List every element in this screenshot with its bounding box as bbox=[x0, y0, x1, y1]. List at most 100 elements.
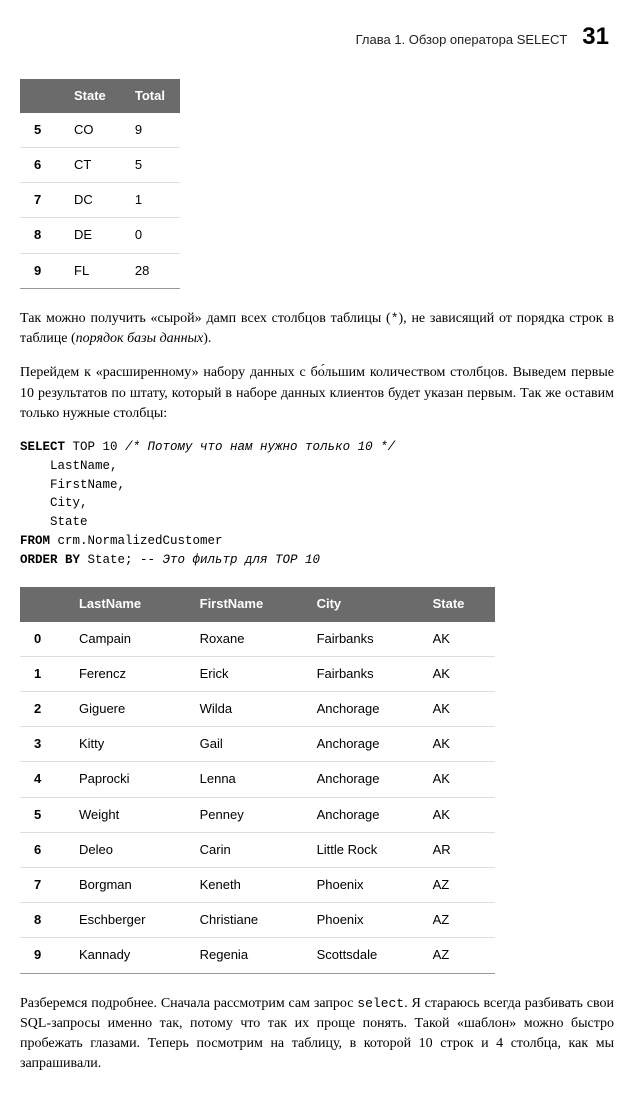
table-cell: 7 bbox=[20, 183, 60, 218]
table-cell: Keneth bbox=[186, 867, 303, 902]
table-cell: CT bbox=[60, 147, 121, 182]
table-header-row: State Total bbox=[20, 79, 180, 113]
code-text: crm.NormalizedCustomer bbox=[50, 534, 223, 548]
table-cell: Eschberger bbox=[65, 903, 186, 938]
keyword: FROM bbox=[20, 534, 50, 548]
code-comment: /* Потому что нам нужно только 10 */ bbox=[125, 440, 395, 454]
code-inline: select bbox=[357, 996, 404, 1011]
table-cell: Fairbanks bbox=[303, 622, 419, 657]
code-text: State; bbox=[80, 553, 140, 567]
table-cell: AK bbox=[419, 656, 495, 691]
table-cell: 9 bbox=[121, 113, 180, 148]
table-cell: 6 bbox=[20, 832, 65, 867]
code-line: State bbox=[20, 515, 88, 529]
table-cell: Fairbanks bbox=[303, 656, 419, 691]
table-cell: Anchorage bbox=[303, 727, 419, 762]
table-row: 6DeleoCarinLittle RockAR bbox=[20, 832, 495, 867]
table-cell: AK bbox=[419, 762, 495, 797]
table-row: 3KittyGailAnchorageAK bbox=[20, 727, 495, 762]
table-cell: AR bbox=[419, 832, 495, 867]
table-row: 9FL28 bbox=[20, 253, 180, 288]
table-row: 1FerenczErickFairbanksAK bbox=[20, 656, 495, 691]
table-cell: Phoenix bbox=[303, 903, 419, 938]
code-line: FirstName, bbox=[20, 478, 125, 492]
code-line: LastName, bbox=[20, 459, 118, 473]
asterisk: * bbox=[391, 311, 399, 326]
table-cell: 5 bbox=[20, 113, 60, 148]
table-cell: 3 bbox=[20, 727, 65, 762]
table-cell: 9 bbox=[20, 938, 65, 973]
table-cell: AZ bbox=[419, 867, 495, 902]
table-cell: AK bbox=[419, 727, 495, 762]
col-total: Total bbox=[121, 79, 180, 113]
state-total-table: State Total 5CO96CT57DC18DE09FL28 bbox=[20, 79, 180, 289]
table-cell: Anchorage bbox=[303, 762, 419, 797]
sql-code-block: SELECT TOP 10 /* Потому что нам нужно то… bbox=[20, 438, 614, 569]
table-cell: 7 bbox=[20, 867, 65, 902]
chapter-title: Глава 1. Обзор оператора SELECT bbox=[356, 31, 568, 49]
page-header: Глава 1. Обзор оператора SELECT 31 bbox=[20, 20, 614, 54]
col-lastname: LastName bbox=[65, 587, 186, 621]
table-cell: Gail bbox=[186, 727, 303, 762]
table-cell: 8 bbox=[20, 218, 60, 253]
table-cell: DE bbox=[60, 218, 121, 253]
table-cell: Little Rock bbox=[303, 832, 419, 867]
table-cell: 1 bbox=[121, 183, 180, 218]
table-cell: DC bbox=[60, 183, 121, 218]
paragraph-2: Перейдем к «расширенному» набору данных … bbox=[20, 363, 614, 424]
table-row: 4PaprockiLennaAnchorageAK bbox=[20, 762, 495, 797]
table-row: 5WeightPenneyAnchorageAK bbox=[20, 797, 495, 832]
table-cell: Regenia bbox=[186, 938, 303, 973]
keyword: SELECT bbox=[20, 440, 65, 454]
text: Так можно получить «сырой» дамп всех сто… bbox=[20, 311, 391, 326]
table-row: 9KannadyRegeniaScottsdaleAZ bbox=[20, 938, 495, 973]
col-firstname: FirstName bbox=[186, 587, 303, 621]
col-state: State bbox=[419, 587, 495, 621]
table-cell: Wilda bbox=[186, 692, 303, 727]
table-row: 8EschbergerChristianePhoenixAZ bbox=[20, 903, 495, 938]
code-comment: -- Это фильтр для TOP 10 bbox=[140, 553, 320, 567]
table-cell: AK bbox=[419, 622, 495, 657]
keyword: ORDER BY bbox=[20, 553, 80, 567]
col-city: City bbox=[303, 587, 419, 621]
table-cell: Phoenix bbox=[303, 867, 419, 902]
table-cell: Christiane bbox=[186, 903, 303, 938]
table-cell: 1 bbox=[20, 656, 65, 691]
table-header-row: LastName FirstName City State bbox=[20, 587, 495, 621]
table-cell: Lenna bbox=[186, 762, 303, 797]
table-cell: Carin bbox=[186, 832, 303, 867]
table-cell: Kannady bbox=[65, 938, 186, 973]
table-cell: Anchorage bbox=[303, 692, 419, 727]
table-cell: Roxane bbox=[186, 622, 303, 657]
table-cell: Anchorage bbox=[303, 797, 419, 832]
table-row: 6CT5 bbox=[20, 147, 180, 182]
table-cell: 4 bbox=[20, 762, 65, 797]
table-cell: 8 bbox=[20, 903, 65, 938]
table-cell: Deleo bbox=[65, 832, 186, 867]
col-index bbox=[20, 79, 60, 113]
table-cell: Erick bbox=[186, 656, 303, 691]
table-cell: Paprocki bbox=[65, 762, 186, 797]
table-cell: 0 bbox=[121, 218, 180, 253]
table-cell: Penney bbox=[186, 797, 303, 832]
table-cell: 9 bbox=[20, 253, 60, 288]
table-cell: 0 bbox=[20, 622, 65, 657]
table-row: 5CO9 bbox=[20, 113, 180, 148]
code-text: TOP 10 bbox=[65, 440, 125, 454]
table-cell: AZ bbox=[419, 938, 495, 973]
table-cell: Giguere bbox=[65, 692, 186, 727]
table-cell: Kitty bbox=[65, 727, 186, 762]
table-cell: Weight bbox=[65, 797, 186, 832]
table-cell: CO bbox=[60, 113, 121, 148]
paragraph-1: Так можно получить «сырой» дамп всех сто… bbox=[20, 309, 614, 350]
page-number: 31 bbox=[582, 20, 609, 54]
table-row: 7BorgmanKenethPhoenixAZ bbox=[20, 867, 495, 902]
col-index bbox=[20, 587, 65, 621]
table-cell: Campain bbox=[65, 622, 186, 657]
table-cell: Borgman bbox=[65, 867, 186, 902]
table-cell: FL bbox=[60, 253, 121, 288]
table-cell: 28 bbox=[121, 253, 180, 288]
text: ). bbox=[203, 331, 211, 346]
table-row: 8DE0 bbox=[20, 218, 180, 253]
col-state: State bbox=[60, 79, 121, 113]
